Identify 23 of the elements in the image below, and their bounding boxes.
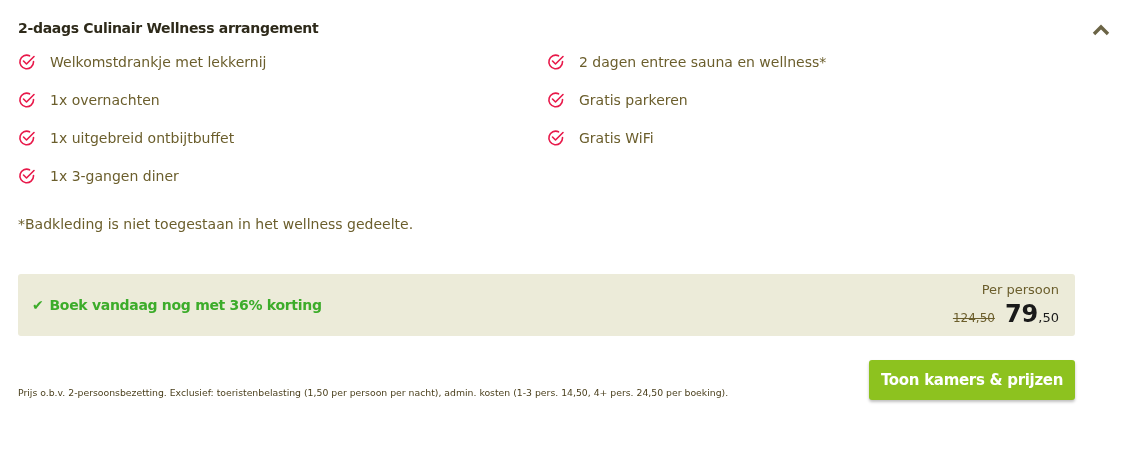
show-rooms-button[interactable]: Toon kamers & prijzen — [869, 360, 1075, 400]
per-person-label: Per persoon — [981, 282, 1059, 297]
price-disclaimer: Prijs o.b.v. 2-persoonsbezetting. Exclusief: toeristenbelasting (1,50 per persoon per nacht), admin. kosten (1-3 pers. 14,50, 4+ pers. 24,50 per boeking). — [18, 387, 729, 400]
footnote: *Badkleding is niet toegestaan in het wellness gedeelte. — [18, 216, 415, 232]
check-circle-icon — [547, 129, 565, 147]
discount-text: ✔ Boek vandaag nog met 36% korting — [32, 297, 322, 313]
feature-text: 1x overnachten — [50, 92, 160, 108]
check-circle-icon — [18, 167, 36, 185]
check-circle-icon — [18, 91, 36, 109]
check-circle-icon — [18, 129, 36, 147]
feature-text: Gratis parkeren — [579, 92, 688, 108]
feature-text: 2 dagen entree sauna en wellness* — [579, 54, 827, 70]
package-title: 2-daags Culinair Wellness arrangement — [18, 19, 319, 36]
check-circle-icon — [18, 53, 36, 71]
old-price: 124,50 — [952, 311, 995, 325]
price: 79,50 — [1004, 300, 1059, 328]
feature-text: Gratis WiFi — [579, 130, 654, 146]
check-circle-icon — [547, 53, 565, 71]
feature-text: 1x uitgebreid ontbijtbuffet — [50, 130, 235, 146]
chevron-icon[interactable] — [1091, 24, 1111, 38]
feature-text: Welkomstdrankje met lekkernij — [50, 54, 267, 70]
feature-text: 1x 3-gangen diner — [50, 168, 179, 184]
check-circle-icon — [547, 91, 565, 109]
